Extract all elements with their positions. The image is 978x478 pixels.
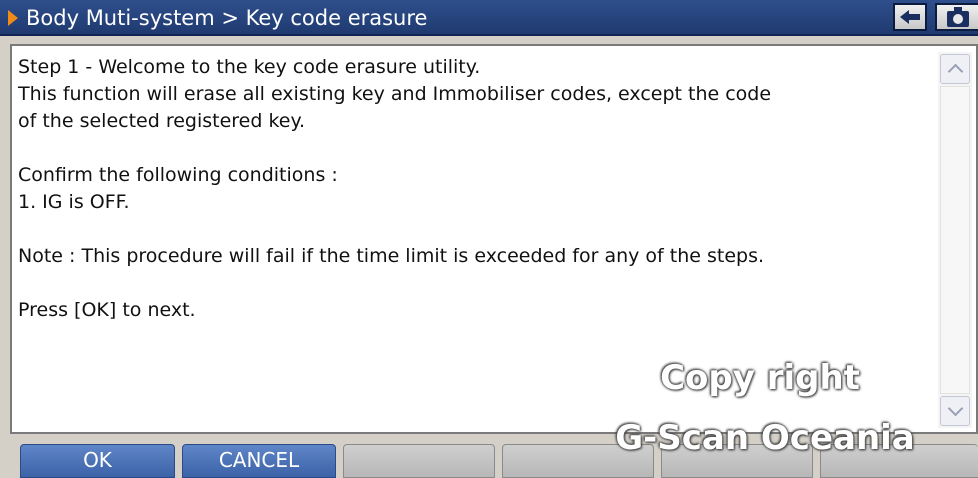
title-arrow-icon bbox=[8, 10, 18, 26]
function-button-3 bbox=[343, 444, 495, 478]
watermark-company: G-Scan Oceania bbox=[615, 418, 915, 458]
back-button[interactable] bbox=[893, 3, 927, 31]
vertical-scrollbar[interactable] bbox=[938, 52, 972, 428]
watermark-copyright: Copy right bbox=[660, 358, 860, 398]
instruction-text: Step 1 - Welcome to the key code erasure… bbox=[18, 56, 772, 321]
chevron-down-icon bbox=[947, 400, 963, 417]
screen-capture-button[interactable] bbox=[935, 3, 978, 31]
cancel-button[interactable]: CANCEL bbox=[182, 444, 336, 478]
back-arrow-icon bbox=[900, 10, 920, 24]
camera-icon bbox=[946, 6, 969, 27]
scroll-track[interactable] bbox=[940, 86, 970, 394]
scroll-up-button[interactable] bbox=[940, 54, 970, 84]
chevron-up-icon bbox=[947, 63, 963, 80]
window-title: Body Muti-system > Key code erasure bbox=[26, 6, 428, 30]
title-bar: Body Muti-system > Key code erasure bbox=[0, 0, 978, 36]
ok-button[interactable]: OK bbox=[20, 444, 175, 478]
